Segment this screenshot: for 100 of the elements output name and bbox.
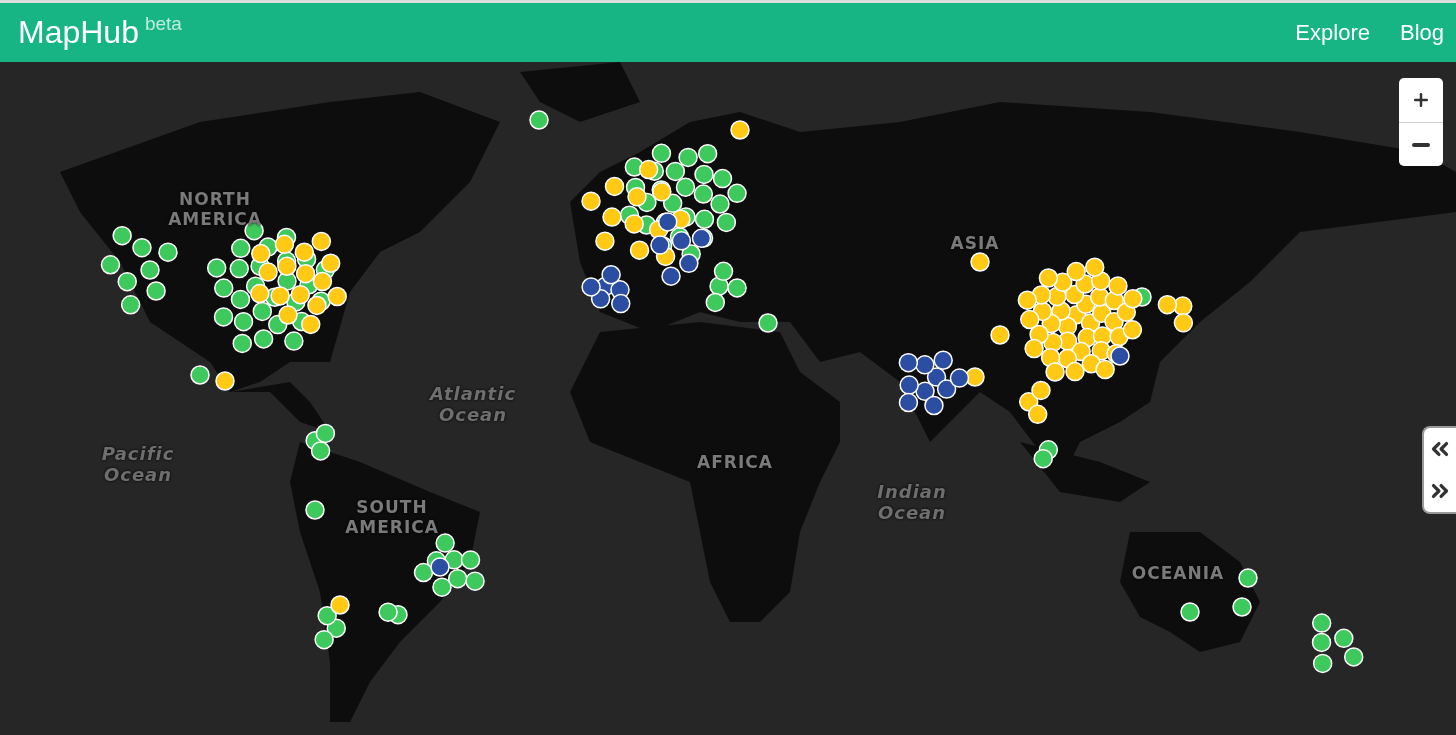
map-marker[interactable] [295, 263, 316, 284]
map-marker[interactable] [320, 253, 341, 273]
nav-link[interactable]: Explore [1295, 19, 1370, 46]
map-marker[interactable] [117, 271, 137, 292]
map-marker[interactable] [1343, 647, 1364, 667]
map-marker[interactable] [604, 176, 625, 197]
map-marker[interactable] [1312, 653, 1333, 674]
map-marker[interactable] [430, 557, 450, 577]
map-marker[interactable] [1020, 309, 1040, 330]
map-marker[interactable] [611, 293, 631, 314]
map-marker[interactable] [1108, 276, 1128, 296]
map-marker[interactable] [100, 255, 121, 275]
map-marker[interactable] [327, 286, 347, 307]
map-marker[interactable] [675, 177, 696, 197]
map-marker[interactable] [312, 271, 333, 292]
map-marker[interactable] [697, 143, 718, 164]
map-marker[interactable] [898, 392, 919, 413]
map-marker[interactable] [1122, 320, 1143, 340]
map-marker[interactable] [1157, 294, 1178, 315]
map-marker[interactable] [581, 277, 601, 297]
map-marker[interactable] [378, 602, 398, 622]
map-marker[interactable] [1095, 359, 1115, 380]
map-marker[interactable] [278, 305, 298, 325]
map-marker[interactable] [330, 595, 350, 615]
map-marker[interactable] [294, 242, 315, 262]
map-marker[interactable] [112, 225, 132, 246]
map-marker[interactable] [214, 278, 234, 298]
map-marker[interactable] [215, 371, 235, 391]
map-marker[interactable] [213, 307, 234, 327]
map-marker[interactable] [1045, 362, 1065, 382]
map-marker[interactable] [693, 184, 714, 204]
map-marker[interactable] [1024, 338, 1044, 359]
map-marker[interactable] [190, 365, 210, 385]
map-marker[interactable] [758, 313, 778, 333]
map-marker[interactable] [933, 350, 953, 370]
map-marker[interactable] [936, 379, 957, 399]
map-marker[interactable] [638, 159, 659, 180]
map-marker[interactable] [1038, 268, 1059, 288]
map-marker[interactable] [627, 187, 647, 207]
map-marker[interactable] [661, 266, 681, 286]
map-marker[interactable] [413, 562, 434, 583]
map-marker[interactable] [317, 605, 337, 626]
map-marker[interactable] [1065, 361, 1085, 382]
map-marker[interactable] [1232, 597, 1252, 617]
map-marker[interactable] [290, 284, 311, 305]
map-marker[interactable] [230, 289, 251, 310]
panel-toggle-button[interactable] [1422, 426, 1456, 514]
map-marker[interactable] [146, 281, 166, 301]
map-marker[interactable] [1031, 380, 1051, 401]
map-marker[interactable] [158, 242, 178, 262]
map-marker[interactable] [233, 311, 254, 332]
map-marker[interactable] [300, 314, 321, 335]
map-marker[interactable] [949, 368, 970, 388]
map-marker[interactable] [924, 395, 944, 416]
map-marker[interactable] [284, 331, 304, 351]
map-marker[interactable] [252, 301, 273, 322]
map-marker[interactable] [250, 283, 270, 304]
map-marker[interactable] [694, 164, 714, 185]
map-marker[interactable] [270, 286, 290, 306]
map-marker[interactable] [710, 194, 730, 214]
map-marker[interactable] [581, 191, 601, 211]
map-marker[interactable] [253, 329, 274, 349]
map-marker[interactable] [1027, 404, 1048, 425]
map-marker[interactable] [277, 256, 297, 276]
map-marker[interactable] [435, 533, 455, 553]
map-marker[interactable] [713, 261, 734, 282]
map-marker[interactable] [311, 231, 332, 252]
map-marker[interactable] [307, 295, 327, 316]
map-marker[interactable] [1123, 289, 1143, 309]
map-marker[interactable] [274, 234, 295, 255]
map-marker[interactable] [601, 265, 621, 285]
map-marker[interactable] [1084, 257, 1105, 277]
map-marker[interactable] [432, 577, 452, 597]
map-marker[interactable] [679, 253, 699, 274]
map-marker[interactable] [595, 231, 615, 251]
map-marker[interactable] [1334, 628, 1354, 649]
map-marker[interactable] [140, 260, 160, 280]
nav-link[interactable]: Blog [1399, 19, 1444, 46]
map-marker[interactable] [231, 238, 251, 259]
map-marker[interactable] [1180, 602, 1200, 622]
map-marker[interactable] [229, 258, 249, 279]
map-marker[interactable] [465, 571, 485, 591]
map-marker[interactable] [658, 212, 678, 232]
map-marker[interactable] [251, 243, 271, 264]
map-marker[interactable] [652, 182, 672, 202]
map-marker[interactable] [1238, 568, 1258, 588]
map-marker[interactable] [529, 110, 549, 130]
map-marker[interactable] [315, 423, 336, 444]
map-marker[interactable] [314, 629, 334, 650]
map-marker[interactable] [206, 258, 227, 278]
map-marker[interactable] [1311, 613, 1332, 633]
map-marker[interactable] [716, 212, 737, 233]
map-marker[interactable] [1017, 290, 1038, 310]
map-marker[interactable] [691, 228, 712, 249]
map-marker[interactable] [1110, 346, 1130, 366]
map-marker[interactable] [665, 161, 686, 182]
map-marker[interactable] [650, 235, 670, 255]
brand-logo[interactable]: MapHub [18, 14, 139, 51]
map-marker[interactable] [1311, 632, 1332, 653]
map-marker[interactable] [970, 252, 990, 272]
